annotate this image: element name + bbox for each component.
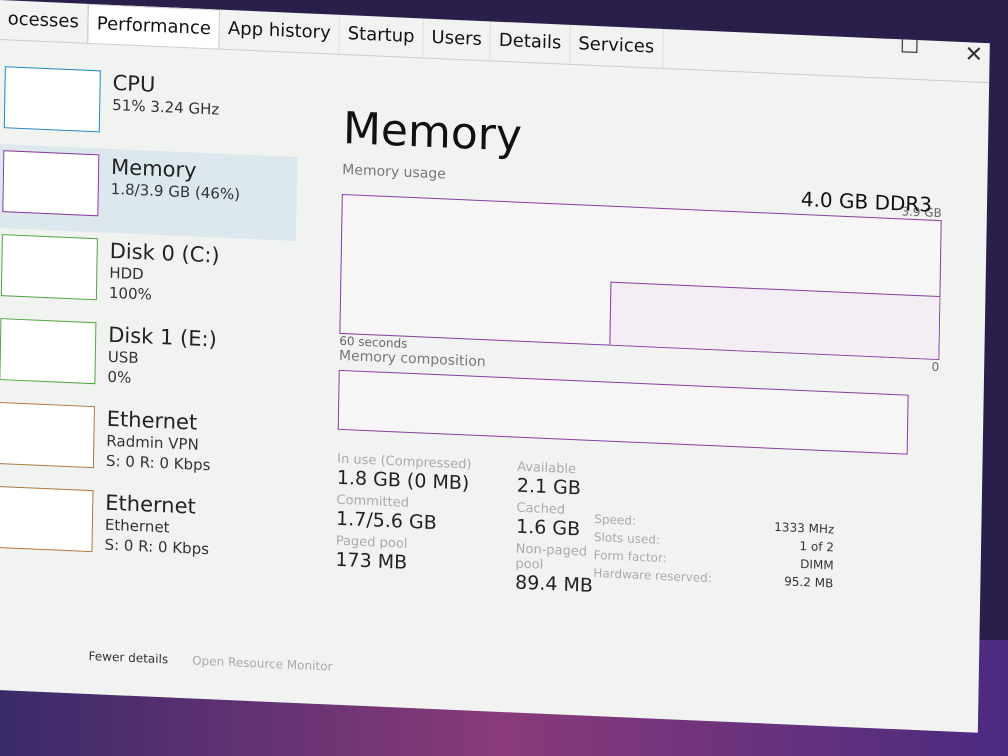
sidebar-item-cpu[interactable]: CPU 51% 3.24 GHz — [0, 60, 299, 157]
item-detail: 0% — [107, 367, 132, 387]
zero-label: 0 — [931, 359, 940, 375]
maximize-icon[interactable]: ☐ — [900, 33, 920, 59]
speed-value: 1333 MHz — [774, 519, 835, 537]
tab-processes[interactable]: ocesses — [0, 0, 89, 43]
usage-fill — [609, 281, 940, 359]
sidebar-item-memory[interactable]: Memory 1.8/3.9 GB (46%) — [0, 143, 298, 241]
sidebar-item-disk-1[interactable]: Disk 1 (E:) USB 0% — [0, 312, 295, 409]
non-paged-pool-label: Non-paged pool — [515, 541, 588, 573]
form-factor-label: Form factor: — [593, 547, 667, 566]
tab-services[interactable]: Services — [569, 24, 664, 68]
non-paged-pool-value: 89.4 MB — [514, 571, 594, 597]
tab-performance[interactable]: Performance — [87, 3, 221, 49]
disk-thumbnail — [0, 318, 97, 385]
sidebar-item-ethernet[interactable]: Ethernet Ethernet S: 0 R: 0 Kbps — [0, 480, 292, 577]
tab-startup[interactable]: Startup — [339, 14, 424, 58]
item-detail: 1.8/3.9 GB (46%) — [110, 179, 241, 204]
ethernet-thumbnail — [0, 485, 94, 553]
form-factor-value: DIMM — [800, 557, 834, 573]
available-value: 2.1 GB — [516, 474, 582, 500]
tab-details[interactable]: Details — [490, 21, 571, 64]
sidebar-item-disk-0[interactable]: Disk 0 (C:) HDD 100% — [0, 228, 296, 325]
disk-thumbnail — [0, 234, 98, 301]
close-icon[interactable]: ✕ — [964, 42, 983, 68]
footer: Fewer details Open Resource Monitor — [88, 649, 332, 674]
memory-specs: Speed: 1333 MHz Slots used: 1 of 2 Form fa… — [593, 512, 834, 590]
item-detail: S: 0 R: 0 Kbps — [104, 535, 210, 559]
cpu-thumbnail — [3, 66, 101, 133]
item-detail: 51% 3.24 GHz — [112, 95, 220, 119]
open-resource-monitor-link[interactable]: Open Resource Monitor — [192, 653, 333, 673]
sidebar: CPU 51% 3.24 GHz Memory 1.8/3.9 GB (46%) D… — [0, 60, 299, 577]
item-detail: 100% — [108, 283, 152, 304]
slots-label: Slots used: — [593, 530, 661, 547]
fewer-details-button[interactable]: Fewer details — [88, 649, 168, 666]
tab-app-history[interactable]: App history — [219, 9, 341, 54]
tab-users[interactable]: Users — [423, 18, 492, 61]
task-manager-window: ocesses Performance App history Startup … — [0, 0, 990, 733]
slots-value: 1 of 2 — [799, 538, 835, 555]
item-detail: S: 0 R: 0 Kbps — [105, 451, 211, 475]
cached-value: 1.6 GB — [515, 515, 581, 541]
usage-label: Memory usage — [342, 161, 447, 183]
memory-usage-graph — [339, 193, 942, 361]
memory-panel: Memory 4.0 GB DDR3 Memory usage 3.9 GB 60… — [335, 103, 943, 612]
memory-thumbnail — [2, 150, 100, 217]
ethernet-thumbnail — [0, 402, 95, 469]
sidebar-item-ethernet-vpn[interactable]: Ethernet Radmin VPN S: 0 R: 0 Kbps — [0, 396, 293, 493]
